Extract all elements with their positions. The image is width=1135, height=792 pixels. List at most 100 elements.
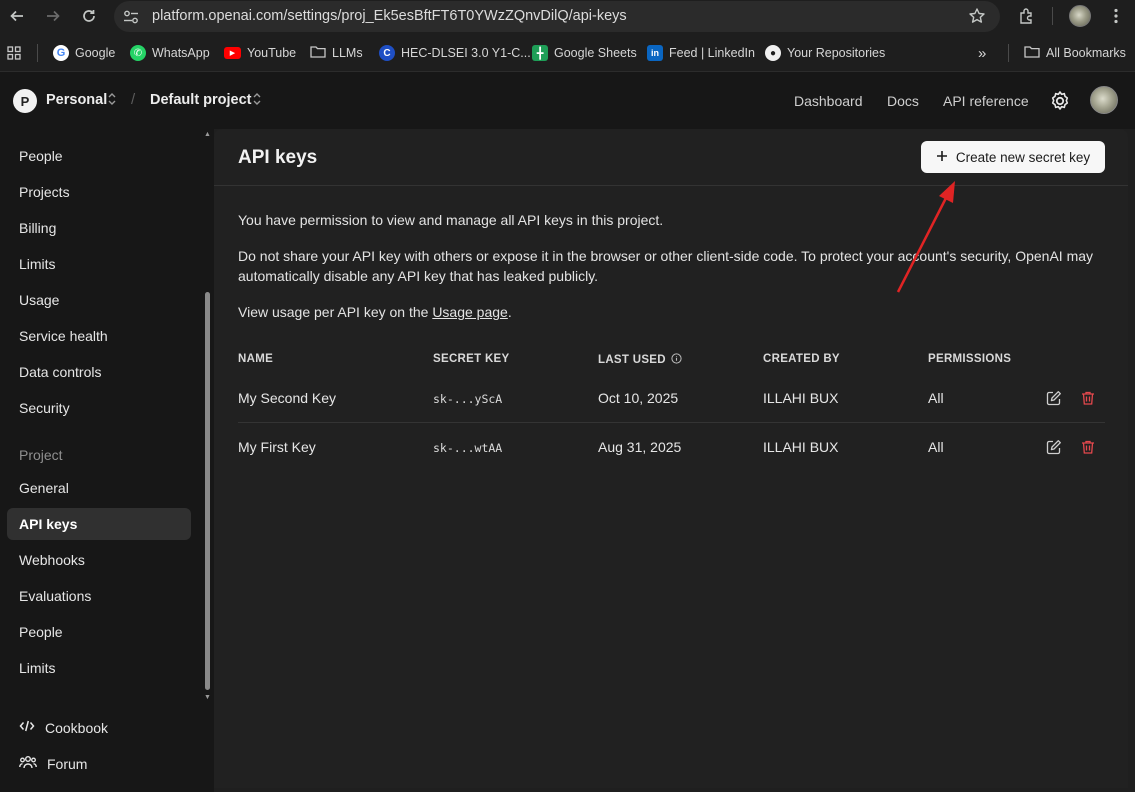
column-header-last-used: LAST USED: [598, 353, 682, 367]
sidebar-item-usage[interactable]: Usage: [7, 284, 191, 316]
edit-icon[interactable]: [1045, 389, 1063, 407]
settings-gear-icon[interactable]: [1048, 89, 1072, 113]
create-secret-key-button[interactable]: Create new secret key: [921, 141, 1105, 173]
bookmark-google[interactable]: G Google: [53, 44, 115, 62]
bookmark-label: Google: [75, 46, 116, 60]
apps-icon[interactable]: [7, 44, 21, 62]
sidebar-item-webhooks[interactable]: Webhooks: [7, 544, 191, 576]
bookmark-llms[interactable]: LLMs: [310, 44, 363, 62]
key-name: My Second Key: [238, 390, 337, 406]
sidebar-item-label: Usage: [19, 292, 60, 308]
org-switcher[interactable]: Personal: [46, 92, 107, 108]
last-used: Oct 10, 2025: [598, 390, 679, 406]
sidebar-item-projects[interactable]: Projects: [7, 176, 191, 208]
google-sheets-icon: ╋: [532, 45, 548, 61]
secret-key-masked: sk-...wtAA: [433, 441, 503, 455]
secret-key-masked: sk-...yScA: [433, 392, 503, 406]
bookmark-label: LLMs: [332, 46, 363, 60]
extensions-icon[interactable]: [1015, 5, 1039, 27]
profile-avatar[interactable]: [1069, 5, 1091, 27]
whatsapp-icon: ✆: [130, 45, 146, 61]
sidebar-item-evaluations[interactable]: Evaluations: [7, 580, 191, 612]
sidebar-section-project: Project: [19, 447, 63, 463]
created-by: ILLAHI BUX: [763, 439, 839, 455]
sidebar-item-label: People: [19, 148, 63, 164]
usage-page-link[interactable]: Usage page: [432, 304, 508, 320]
bookmark-youtube[interactable]: ▶ YouTube: [224, 44, 296, 62]
sidebar-item-general[interactable]: General: [7, 472, 191, 504]
usage-note-suffix: .: [507, 304, 512, 320]
sidebar-item-label: Forum: [47, 755, 88, 772]
bookmark-google-sheets[interactable]: ╋ Google Sheets: [532, 44, 637, 62]
permissions: All: [928, 390, 944, 406]
project-switcher[interactable]: Default project: [150, 92, 252, 108]
sidebar-item-label: Webhooks: [19, 552, 85, 568]
more-menu-icon[interactable]: [1104, 5, 1128, 27]
address-bar[interactable]: platform.openai.com/settings/proj_Ek5esB…: [114, 1, 1000, 32]
chevron-updown-icon[interactable]: [107, 92, 117, 109]
sidebar-item-security[interactable]: Security: [7, 392, 191, 424]
sidebar-item-label: Limits: [19, 660, 56, 676]
sidebar-item-people[interactable]: People: [7, 140, 191, 172]
sidebar-item-api-keys[interactable]: API keys: [7, 508, 191, 540]
bookmark-hec[interactable]: C HEC-DLSEI 3.0 Y1-C...: [379, 44, 531, 62]
app-header: P Personal / Default project Dashboard D…: [0, 72, 1135, 129]
sidebar-item-cookbook[interactable]: Cookbook: [19, 719, 108, 736]
user-avatar[interactable]: [1090, 86, 1118, 114]
sidebar-item-limits[interactable]: Limits: [7, 248, 191, 280]
edit-icon[interactable]: [1045, 438, 1063, 456]
bookmark-star-icon[interactable]: [968, 7, 986, 28]
permission-note: You have permission to view and manage a…: [238, 212, 664, 228]
page-title: API keys: [238, 147, 318, 168]
github-icon: ●: [765, 45, 781, 61]
sidebar-item-label: Projects: [19, 184, 70, 200]
back-icon[interactable]: [5, 5, 29, 27]
delete-icon[interactable]: [1079, 438, 1097, 456]
bookmark-label: YouTube: [247, 46, 297, 60]
sidebar-item-service-health[interactable]: Service health: [7, 320, 191, 352]
sidebar-item-label: Security: [19, 400, 70, 416]
bookmark-linkedin[interactable]: in Feed | LinkedIn: [647, 44, 755, 62]
scrollbar-thumb[interactable]: [205, 292, 210, 690]
sidebar-item-forum[interactable]: Forum: [19, 755, 87, 772]
column-header-label: CREATED BY: [763, 353, 840, 365]
permissions: All: [928, 439, 944, 455]
column-header-label: SECRET KEY: [433, 353, 510, 365]
info-icon[interactable]: [671, 353, 682, 367]
youtube-icon: ▶: [224, 47, 241, 59]
bookmark-github[interactable]: ● Your Repositories: [765, 44, 885, 62]
column-header-label: LAST USED: [598, 354, 666, 366]
folder-icon: [1024, 45, 1040, 62]
chevron-updown-icon[interactable]: [252, 92, 262, 109]
code-icon: [19, 719, 35, 736]
nav-docs[interactable]: Docs: [887, 93, 919, 109]
plus-icon: [936, 150, 948, 165]
sidebar-item-data-controls[interactable]: Data controls: [7, 356, 191, 388]
row-divider: [238, 422, 1105, 423]
bookmark-whatsapp[interactable]: ✆ WhatsApp: [130, 44, 210, 62]
all-bookmarks-button[interactable]: All Bookmarks: [1024, 44, 1126, 62]
nav-dashboard[interactable]: Dashboard: [794, 93, 863, 109]
sidebar-item-project-limits[interactable]: Limits: [7, 652, 191, 684]
sidebar-item-billing[interactable]: Billing: [7, 212, 191, 244]
sidebar-item-label: Data controls: [19, 364, 102, 380]
scroll-up-icon[interactable]: ▲: [204, 131, 211, 138]
sidebar-item-label: General: [19, 480, 69, 496]
site-info-icon[interactable]: [122, 8, 140, 29]
sidebar: People Projects Billing Limits Usage Ser…: [0, 129, 214, 792]
sidebar-item-label: Evaluations: [19, 588, 92, 604]
sidebar-item-project-people[interactable]: People: [7, 616, 191, 648]
forward-icon[interactable]: [41, 5, 65, 27]
api-keys-panel: API keys Create new secret key You have …: [214, 129, 1128, 788]
column-header-created-by: CREATED BY: [763, 353, 840, 365]
delete-icon[interactable]: [1079, 389, 1097, 407]
url-text[interactable]: platform.openai.com/settings/proj_Ek5esB…: [152, 8, 627, 24]
more-bookmarks-button[interactable]: »: [978, 44, 986, 62]
scroll-down-icon[interactable]: ▼: [204, 694, 211, 701]
nav-api-reference[interactable]: API reference: [943, 93, 1029, 109]
org-avatar[interactable]: P: [13, 89, 37, 113]
create-secret-key-label: Create new secret key: [955, 149, 1091, 165]
sidebar-item-label: People: [19, 624, 63, 640]
reload-icon[interactable]: [77, 5, 101, 27]
browser-toolbar: platform.openai.com/settings/proj_Ek5esB…: [0, 0, 1135, 33]
